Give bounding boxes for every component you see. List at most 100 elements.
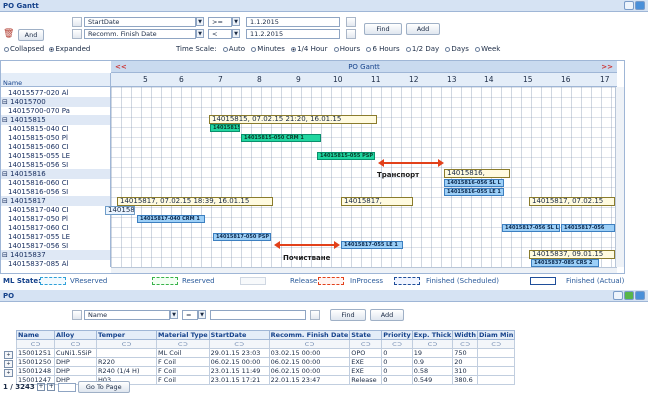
filter-icon[interactable]: ⊂⊃ [96, 339, 157, 349]
column-header[interactable]: Priority [381, 330, 413, 340]
scale-week-radio[interactable] [475, 46, 481, 52]
filter-icon[interactable]: ⊂⊃ [208, 339, 270, 349]
gantt-group-bar[interactable]: 14015817, 07.02.15 18:39, 16.01.15 [117, 197, 273, 206]
print-icon[interactable] [613, 291, 623, 300]
po-filter-operator-select[interactable]: = [182, 310, 198, 320]
gantt-task-bar[interactable]: 14015815-050 CRM 1 [241, 134, 321, 142]
chevron-down-icon[interactable]: ▼ [170, 310, 178, 319]
row-expand-icon[interactable]: + [4, 360, 13, 368]
column-header[interactable]: Exp. Thick [411, 330, 454, 340]
maximize-icon[interactable] [635, 291, 645, 300]
po-filter-field-select[interactable]: Name [84, 310, 170, 320]
hour-label: 7 [218, 75, 223, 84]
chevron-down-icon[interactable]: ▼ [196, 17, 204, 26]
nav-left-button[interactable]: << [115, 61, 127, 73]
gantt-group-bar[interactable]: 14015815, 07.02.15 21:20, 16.01.15 [209, 115, 377, 124]
filter-row1-toggle-button[interactable] [72, 17, 82, 27]
and-button[interactable]: And [18, 29, 44, 41]
transport-annotation: Транспорт [377, 171, 420, 179]
gantt-group-bar[interactable]: 14015816, [444, 169, 510, 178]
scale-6-hours-radio[interactable] [366, 46, 372, 52]
scale-auto-radio[interactable] [222, 46, 228, 52]
filter-icon[interactable]: ⊂⊃ [268, 339, 351, 349]
filter-icon[interactable]: ⊂⊃ [156, 339, 210, 349]
scale-minutes-radio[interactable] [251, 46, 257, 52]
filter-icon[interactable]: ⊂⊃ [452, 339, 478, 349]
po-find-button[interactable]: Find [330, 309, 366, 321]
filter-icon[interactable]: ⊂⊃ [381, 339, 413, 349]
filter-operator-select[interactable]: >= [208, 17, 232, 27]
scale-half-day-radio[interactable] [405, 46, 411, 52]
column-header[interactable]: Recomm. Finish Date [268, 330, 351, 340]
gantt-task-bar[interactable]: 14015816-055 LE 1 [444, 188, 504, 196]
row-expand-icon[interactable]: + [4, 369, 13, 377]
gantt-group-bar[interactable]: 14015817, [341, 197, 413, 206]
column-header[interactable]: Temper [96, 330, 157, 340]
filter-icon[interactable]: ⊂⊃ [54, 339, 97, 349]
po-filter-toggle-button[interactable] [72, 310, 82, 320]
filter-calendar-button[interactable] [346, 17, 356, 27]
column-header[interactable]: State [349, 330, 383, 340]
filter-icon[interactable]: ⊂⊃ [411, 339, 454, 349]
column-header[interactable]: Name [16, 330, 55, 340]
chevron-down-icon[interactable]: ▼ [196, 29, 204, 38]
collapsed-radio[interactable] [4, 46, 9, 52]
delete-icon[interactable]: 🗑 [3, 29, 14, 39]
column-header[interactable]: Width [452, 330, 478, 340]
expanded-radio[interactable] [49, 46, 55, 52]
maximize-icon[interactable] [635, 1, 645, 10]
filter-field-select-2[interactable]: Recomm. Finish Date [84, 29, 196, 39]
gantt-task-bar[interactable]: 14015815- [210, 124, 240, 132]
row-expand-icon[interactable]: + [4, 351, 13, 359]
table-row[interactable]: 15001250 DHP R220 F Coil 06.02.15 00:00 … [16, 357, 516, 367]
filter-icon[interactable]: ⊂⊃ [476, 339, 516, 349]
column-header[interactable]: StartDate [208, 330, 270, 340]
gantt-task-bar[interactable]: 14015815-055 PSP [317, 152, 375, 160]
filter-value-input[interactable]: 1.1.2015 [246, 17, 340, 27]
po-filter-value-input[interactable] [210, 310, 306, 320]
add-button[interactable]: Add [406, 23, 440, 35]
gantt-group-bar[interactable]: 14015837, 09.01.15 [529, 250, 615, 259]
minimize-icon[interactable] [624, 1, 634, 10]
last-page-icon[interactable]: + [47, 383, 56, 391]
gantt-task-bar[interactable]: 14015817-040 CRM 1 [137, 215, 205, 223]
vertical-scrollbar[interactable] [615, 87, 624, 267]
filter-icon[interactable]: ⊂⊃ [349, 339, 383, 349]
gantt-task-bar[interactable]: 14015837-085 CRS 2 [531, 259, 599, 267]
po-filter-calendar-button[interactable] [310, 310, 320, 320]
gantt-task-bar[interactable]: 14015816-056 SL L [444, 179, 504, 187]
column-header[interactable]: Material Type [156, 330, 210, 340]
scale-days-radio[interactable] [445, 46, 451, 52]
gantt-task-bar[interactable]: 14015817-056 [561, 224, 615, 232]
gantt-row[interactable]: 14015837-085 Al [1, 259, 110, 267]
go-to-page-button[interactable]: Go To Page [77, 381, 130, 393]
column-header[interactable]: Alloy [54, 330, 97, 340]
column-header[interactable]: Diam Min [476, 330, 516, 340]
gantt-task-bar[interactable]: 14015817-050 PSP [213, 233, 271, 241]
chevron-down-icon[interactable]: ▼ [232, 17, 240, 26]
page-number-input[interactable] [57, 382, 76, 392]
scale-quarter-hour-radio[interactable] [291, 46, 297, 52]
nav-right-button[interactable]: >> [601, 61, 613, 73]
chevron-down-icon[interactable]: ▼ [232, 29, 240, 38]
filter-icon[interactable]: ⊂⊃ [16, 339, 55, 349]
po-add-button[interactable]: Add [370, 309, 404, 321]
scale-hours-radio[interactable] [333, 46, 339, 52]
filter-field-select[interactable]: StartDate [84, 17, 196, 27]
gantt-task-bar[interactable]: 14015817- [105, 206, 135, 215]
horizontal-scrollbar[interactable] [111, 267, 617, 273]
next-page-icon[interactable]: + [37, 383, 46, 391]
filter-row2-toggle-button[interactable] [72, 29, 82, 39]
gantt-task-bar[interactable]: 14015817-055 LE 1 [341, 241, 403, 249]
find-button[interactable]: Find [364, 23, 402, 35]
filter-value-input-2[interactable]: 11.2.2015 [246, 29, 340, 39]
chevron-down-icon[interactable]: ▼ [198, 310, 206, 319]
export-icon[interactable] [624, 291, 634, 300]
gantt-group-bar[interactable]: 14015817, 07.02.15 [529, 197, 615, 206]
table-row[interactable]: 15001251 CuNi1.5SiP ML Coil 29.01.15 23:… [16, 348, 516, 358]
gantt-task-bar[interactable]: 14015817-056 SL L [502, 224, 560, 232]
filter-calendar-button-2[interactable] [346, 29, 356, 39]
table-row[interactable]: 15001248 DHP R240 (1/4 H) F Coil 23.01.1… [16, 366, 516, 376]
filter-operator-select-2[interactable]: < [208, 29, 232, 39]
cell-exp-thick: 0.549 [411, 375, 454, 385]
